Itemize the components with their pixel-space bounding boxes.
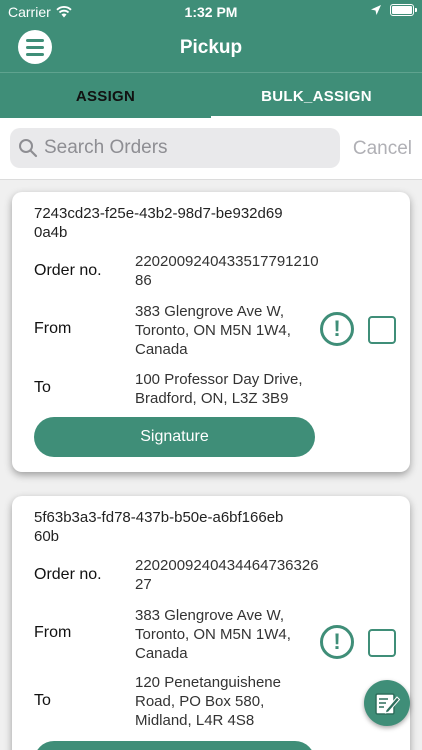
search-bar: Cancel xyxy=(0,118,422,180)
tab-bar: ASSIGN BULK_ASSIGN xyxy=(0,72,422,119)
order-no-label: Order no. xyxy=(34,566,102,583)
alert-icon[interactable]: ! xyxy=(320,625,354,659)
order-card: 7243cd23-f25e-43b2-98d7-be932d690a4b Ord… xyxy=(12,192,410,472)
from-value: 383 Glengrove Ave W, Toronto, ON M5N 1W4… xyxy=(135,607,291,662)
signature-button[interactable]: Signature xyxy=(34,417,315,457)
to-value: 120 Penetanguishene Road, PO Box 580, Mi… xyxy=(135,674,281,729)
status-time: 1:32 PM xyxy=(184,4,238,20)
compose-fab-button[interactable] xyxy=(364,680,410,726)
from-label: From xyxy=(34,624,72,641)
select-checkbox[interactable] xyxy=(368,629,396,657)
from-label: From xyxy=(34,320,72,337)
status-bar: Carrier 1:32 PM xyxy=(0,0,422,24)
search-input[interactable] xyxy=(44,137,324,159)
edit-note-icon xyxy=(375,693,401,715)
tab-assign[interactable]: ASSIGN xyxy=(0,73,211,119)
from-value: 383 Glengrove Ave W, Toronto, ON M5N 1W4… xyxy=(135,303,291,358)
order-no-label: Order no. xyxy=(34,262,102,279)
order-no-value: 220200924043351779121086 xyxy=(135,253,319,289)
search-field xyxy=(10,128,340,168)
nav-bar: Pickup xyxy=(0,24,422,72)
order-card: 5f63b3a3-fd78-437b-b50e-a6bf166eb60b Ord… xyxy=(12,496,410,750)
signature-button[interactable]: Signature xyxy=(34,741,315,750)
order-id: 5f63b3a3-fd78-437b-b50e-a6bf166eb60b xyxy=(34,509,284,545)
to-label: To xyxy=(34,692,51,709)
order-no-value: 220200924043446473632627 xyxy=(135,557,319,593)
search-icon xyxy=(19,139,38,158)
location-arrow-icon xyxy=(371,5,381,15)
to-value: 100 Professor Day Drive, Bradford, ON, L… xyxy=(135,371,303,407)
page-title: Pickup xyxy=(179,37,243,58)
alert-icon[interactable]: ! xyxy=(320,312,354,346)
to-label: To xyxy=(34,379,51,396)
battery-icon xyxy=(390,4,417,16)
order-id: 7243cd23-f25e-43b2-98d7-be932d690a4b xyxy=(34,205,283,241)
select-checkbox[interactable] xyxy=(368,316,396,344)
tab-bulk-assign[interactable]: BULK_ASSIGN xyxy=(211,73,422,119)
cancel-button[interactable]: Cancel xyxy=(353,138,412,160)
